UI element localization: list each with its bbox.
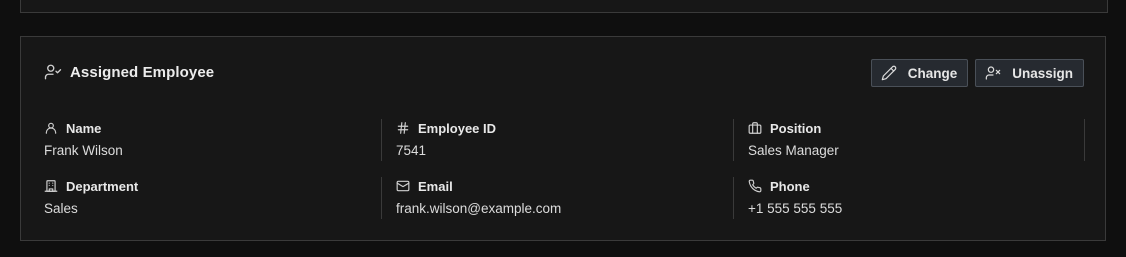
hash-icon — [396, 121, 410, 135]
field-name: Name Frank Wilson — [44, 119, 381, 177]
mail-icon — [396, 179, 410, 193]
card-header: Assigned Employee — [44, 63, 214, 81]
pencil-icon — [881, 65, 897, 81]
field-value: Frank Wilson — [44, 143, 123, 158]
card-actions: Change Unassign — [870, 59, 1084, 87]
field-email: Email frank.wilson@example.com — [381, 177, 733, 235]
building-icon — [44, 179, 58, 193]
field-value: frank.wilson@example.com — [396, 201, 562, 216]
field-value: +1 555 555 555 — [748, 201, 843, 216]
field-value: Sales — [44, 201, 78, 216]
change-button[interactable]: Change — [870, 59, 969, 87]
card-title: Assigned Employee — [70, 63, 215, 81]
field-department: Department Sales — [44, 177, 381, 235]
employee-details-grid: Name Frank Wilson Employee ID 7541 Posit… — [44, 119, 1085, 235]
field-position: Position Sales Manager — [733, 119, 1085, 177]
field-employee-id: Employee ID 7541 — [381, 119, 733, 177]
change-button-label: Change — [907, 65, 958, 81]
field-label: Employee ID — [418, 120, 497, 136]
field-label: Email — [418, 178, 453, 194]
field-label: Name — [66, 120, 102, 136]
user-check-icon — [44, 63, 62, 81]
user-icon — [44, 121, 58, 135]
user-x-icon — [985, 65, 1001, 81]
field-value: Sales Manager — [748, 143, 839, 158]
field-label: Position — [770, 120, 822, 136]
unassign-button[interactable]: Unassign — [975, 59, 1084, 87]
briefcase-icon — [748, 121, 762, 135]
phone-icon — [748, 179, 762, 193]
assigned-employee-card: Assigned Employee Change Unassign Name F… — [20, 36, 1106, 241]
field-label: Department — [66, 178, 139, 194]
field-value: 7541 — [396, 143, 427, 158]
field-label: Phone — [770, 178, 810, 194]
previous-card-bottom — [20, 0, 1108, 13]
unassign-button-label: Unassign — [1012, 65, 1073, 81]
field-phone: Phone +1 555 555 555 — [733, 177, 1085, 235]
